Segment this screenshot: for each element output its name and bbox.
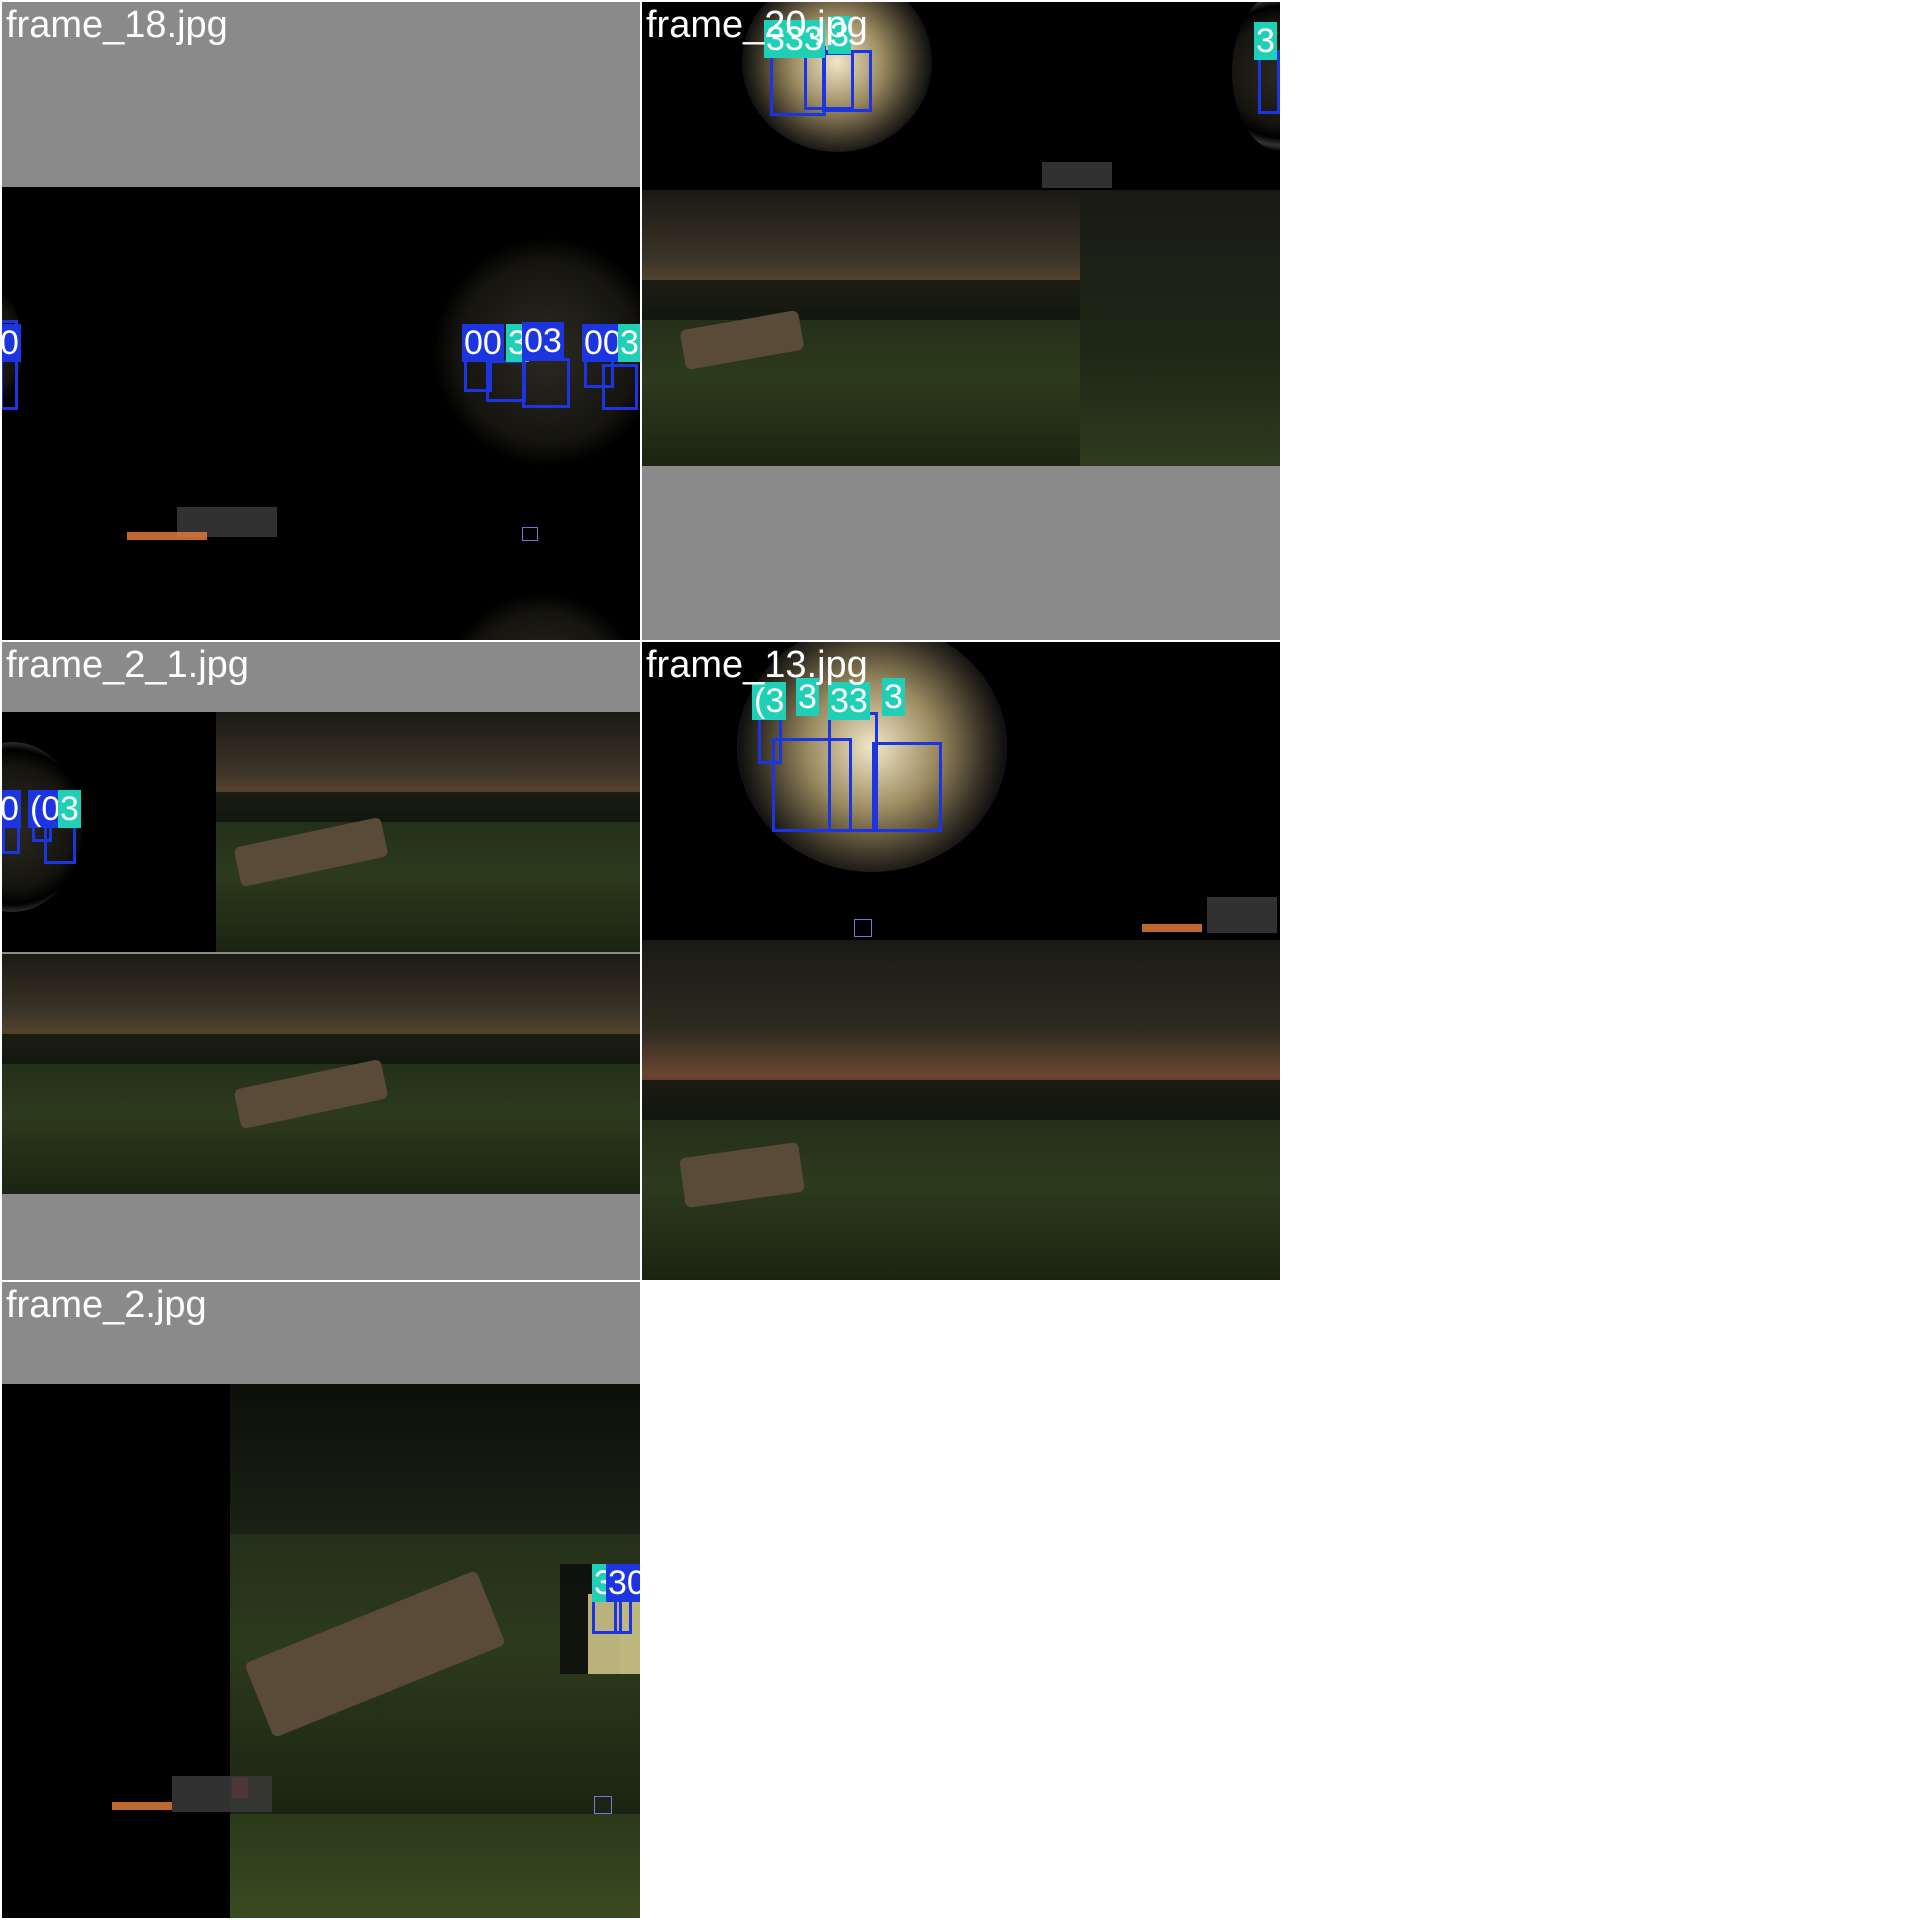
class-label: 0 [2,324,21,362]
hud-panel [522,527,538,541]
class-label: 3 [618,324,640,362]
hud-panel [112,1802,172,1810]
bbox [486,360,526,402]
hud-panel [1042,162,1112,188]
tile-title: frame_2.jpg [6,1284,207,1326]
bbox [872,742,942,832]
game-frame [642,940,1280,1280]
treeline [642,1080,1280,1120]
sky [230,1384,640,1534]
treeline [2,1034,640,1064]
hud-panel [172,1776,272,1812]
class-label: 33 [828,682,870,720]
game-frame [2,542,640,640]
tile-frame-18: frame_18.jpg 0 00 3 03 00 3 [2,2,640,640]
tile-title: frame_20.jpg [646,4,868,46]
side-frame [1080,190,1280,466]
tile-frame-2: frame_2.jpg 3 30 [2,1282,640,1918]
bbox [522,358,570,408]
scope-view [442,592,640,640]
bbox [828,712,878,832]
side-frame [230,1384,640,1814]
tile-frame-2-1: frame_2_1.jpg 0 (0 3 [2,642,640,1280]
treeline [216,792,640,822]
class-label: 3 [1254,22,1277,60]
tile-frame-13: frame_13.jpg (3 3 33 3 [642,642,1280,1280]
tile-title: frame_2_1.jpg [6,644,249,686]
hud-panel [594,1796,612,1814]
game-frame [2,712,640,952]
ground [230,1814,640,1918]
class-label: 03 [522,322,564,360]
class-label: 3 [882,678,905,716]
hud-panel [854,919,872,937]
bbox [822,50,872,112]
class-label: 3 [58,790,81,828]
game-frame [2,1384,640,1814]
tile-title: frame_18.jpg [6,4,228,46]
game-frame [642,190,1280,466]
hud-panel [127,532,207,540]
tile-title: frame_13.jpg [646,644,868,686]
hud-panel [1207,897,1277,933]
bbox [44,824,76,864]
class-label: 0 [2,790,21,828]
hud-panel [1142,924,1202,932]
tile-frame-20: frame_20.jpg 333 3 3 [642,2,1280,640]
class-label: 00 [462,324,504,362]
bbox [602,364,638,410]
game-frame [2,954,640,1194]
game-frame [2,1814,640,1918]
class-label: (3 [752,682,787,720]
side-frame [216,712,640,952]
class-label: 30 [606,1564,640,1602]
